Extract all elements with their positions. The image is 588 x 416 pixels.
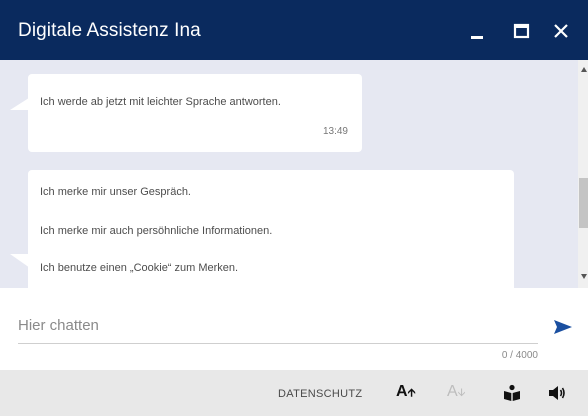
message-text: Ich benutze einen „Cookie“ zum Merken.: [40, 262, 239, 274]
speaker-icon: [549, 386, 565, 400]
bubble-tail: [10, 254, 30, 268]
close-button[interactable]: [548, 16, 578, 46]
bubble-tail: [10, 96, 32, 110]
maximize-button[interactable]: [508, 16, 538, 46]
message-bubble: Ich merke mir unser Gespräch. Ich merke …: [28, 170, 514, 288]
title-bar: Digitale Assistenz Ina: [0, 0, 588, 60]
message-time: 13:49: [322, 126, 348, 137]
read-aloud-button[interactable]: [548, 385, 566, 406]
message-bubble: Ich werde ab jetzt mit leichter Sprache …: [10, 74, 362, 152]
bottom-toolbar: DATENSCHUTZ A🡩 A🡫: [0, 370, 588, 416]
arrow-down-icon: 🡫: [457, 387, 466, 399]
close-icon: [554, 24, 568, 38]
minimize-button[interactable]: [463, 16, 493, 46]
input-underline: [18, 343, 538, 344]
character-counter: 0 / 4000: [501, 350, 538, 361]
chat-input[interactable]: [18, 314, 538, 336]
chat-history: Ich werde ab jetzt mit leichter Sprache …: [0, 60, 588, 288]
message-text: Ich merke mir unser Gespräch.: [40, 186, 191, 198]
message-text: Ich werde ab jetzt mit leichter Sprache …: [40, 96, 281, 108]
minimize-icon: [471, 36, 483, 39]
send-button[interactable]: [553, 319, 573, 335]
scroll-down-arrow[interactable]: [581, 274, 587, 279]
input-area: 0 / 4000: [0, 288, 588, 370]
send-icon: [554, 320, 572, 334]
font-decrease-icon: A: [447, 383, 458, 400]
easy-reading-icon: [504, 384, 520, 401]
maximize-icon: [513, 23, 530, 39]
easy-reading-button[interactable]: [503, 384, 521, 407]
font-decrease-button[interactable]: A🡫: [447, 383, 466, 403]
window-title: Digitale Assistenz Ina: [18, 20, 201, 41]
scroll-up-arrow[interactable]: [581, 67, 587, 72]
message-text: Ich merke mir auch persöhnliche Informat…: [40, 225, 273, 237]
font-increase-icon: A: [396, 383, 408, 400]
chat-scrollbar[interactable]: [578, 60, 588, 288]
scrollbar-thumb[interactable]: [579, 178, 588, 228]
font-increase-button[interactable]: A🡩: [396, 383, 415, 403]
arrow-up-icon: 🡩: [407, 387, 416, 399]
chat-window: Digitale Assistenz Ina Ich werde ab jetz…: [0, 0, 588, 416]
privacy-link[interactable]: DATENSCHUTZ: [278, 388, 362, 400]
